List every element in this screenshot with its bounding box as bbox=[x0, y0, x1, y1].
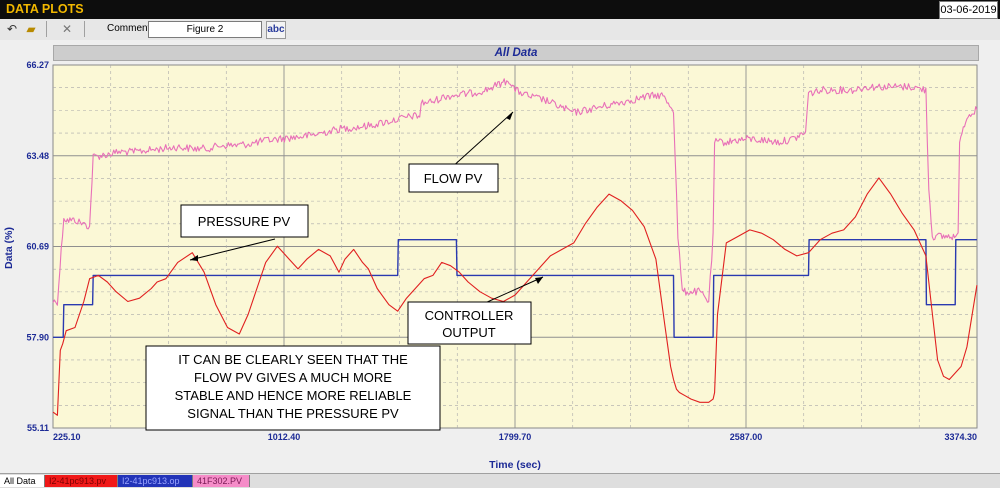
x-tick-label: 2587.00 bbox=[730, 432, 763, 442]
y-axis-label: Data (%) bbox=[3, 227, 15, 269]
y-tick-label: 63.48 bbox=[26, 151, 49, 161]
toolbar-divider bbox=[46, 21, 47, 37]
undo-icon[interactable]: ↶ bbox=[3, 21, 21, 37]
comment-label: Comment bbox=[107, 23, 151, 34]
note-line-4: SIGNAL THAN THE PRESSURE PV bbox=[187, 406, 399, 421]
x-tick-label: 3374.30 bbox=[944, 432, 977, 442]
y-tick-label: 60.69 bbox=[26, 242, 49, 252]
flow-pv-label: FLOW PV bbox=[424, 171, 483, 186]
spellcheck-button[interactable]: abc bbox=[266, 21, 286, 39]
toolbar-divider bbox=[84, 21, 85, 37]
y-tick-label: 55.11 bbox=[27, 423, 49, 433]
note-line-1: IT CAN BE CLEARLY SEEN THAT THE bbox=[178, 352, 408, 367]
note-line-3: STABLE AND HENCE MORE RELIABLE bbox=[175, 388, 412, 403]
annotation-note: IT CAN BE CLEARLY SEEN THAT THE FLOW PV … bbox=[145, 345, 441, 431]
tab-controller-output[interactable]: I2-41pc913.op bbox=[118, 475, 193, 487]
y-tick-label: 57.90 bbox=[26, 332, 49, 342]
y-tick-label: 66.27 bbox=[26, 60, 49, 70]
series-tab-bar: All Data I2-41pc913.pv I2-41pc913.op 41F… bbox=[0, 473, 1000, 488]
comment-input[interactable]: Figure 2 bbox=[148, 21, 262, 38]
x-tick-label: 1799.70 bbox=[499, 432, 532, 442]
chart-panel: All Data 55.11 57.90 60.69 63.48 66.27 225.10… bbox=[0, 40, 1000, 473]
controller-output-label-line1: CONTROLLER bbox=[425, 308, 514, 323]
tab-all-data[interactable]: All Data bbox=[0, 475, 45, 487]
line-chart: 55.11 57.90 60.69 63.48 66.27 225.10 1012.40 17… bbox=[3, 60, 978, 471]
pressure-pv-label: PRESSURE PV bbox=[198, 214, 291, 229]
x-tick-label: 225.10 bbox=[53, 432, 81, 442]
note-line-2: FLOW PV GIVES A MUCH MORE bbox=[194, 370, 392, 385]
x-tick-label: 1012.40 bbox=[268, 432, 301, 442]
app-title: DATA PLOTS bbox=[6, 2, 84, 16]
title-bar: DATA PLOTS 03-06-2019 bbox=[0, 0, 1000, 19]
close-icon[interactable]: ✕ bbox=[58, 21, 76, 37]
controller-output-label-line2: OUTPUT bbox=[442, 325, 496, 340]
x-axis-label: Time (sec) bbox=[489, 459, 541, 471]
date-field[interactable]: 03-06-2019 bbox=[939, 1, 998, 19]
tab-pressure-pv[interactable]: I2-41pc913.pv bbox=[45, 475, 118, 487]
open-folder-icon[interactable]: ▰ bbox=[22, 21, 40, 37]
tab-flow-pv[interactable]: 41F302.PV bbox=[193, 475, 250, 487]
toolbar: ↶ ▰ ✕ Comment Figure 2 abc bbox=[0, 19, 1000, 41]
